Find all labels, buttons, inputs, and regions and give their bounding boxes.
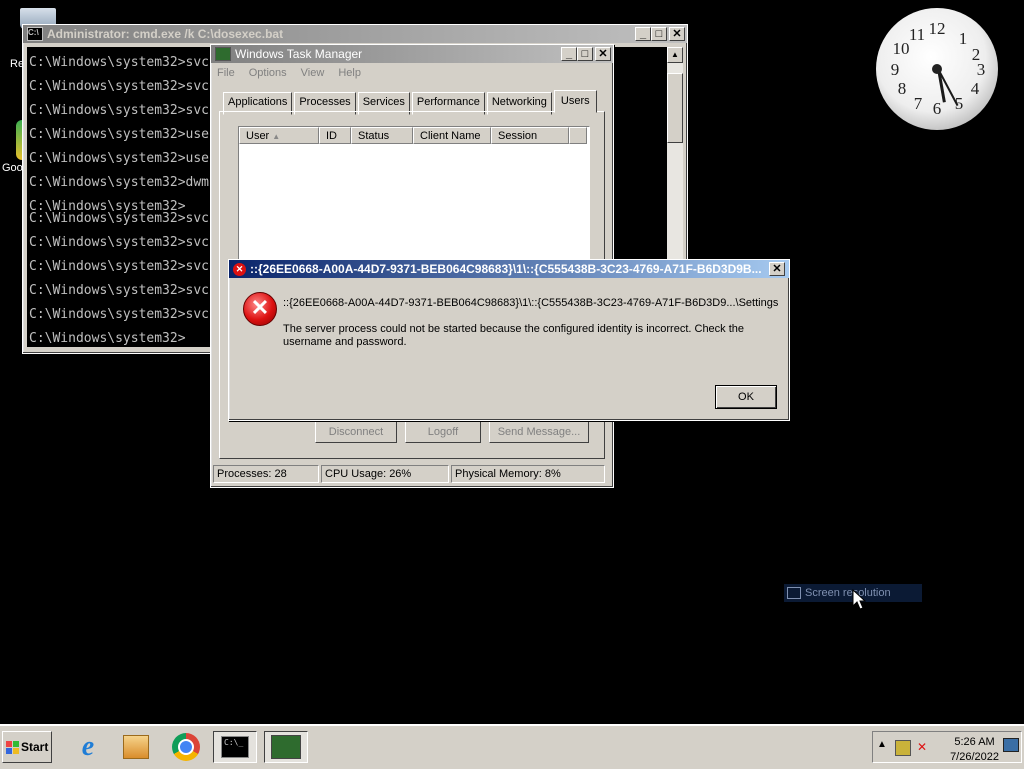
- ok-button[interactable]: OK: [715, 385, 777, 409]
- maximize-button[interactable]: □: [651, 27, 667, 41]
- column-client-name[interactable]: Client Name: [413, 127, 491, 144]
- task-manager-titlebar[interactable]: Windows Task Manager _ □ ✕: [211, 45, 613, 63]
- clock-11: 11: [908, 25, 926, 44]
- scroll-thumb[interactable]: [667, 73, 683, 143]
- action-center-icon[interactable]: [895, 740, 911, 756]
- taskbar-date: 7/26/2022: [950, 751, 999, 763]
- screen-resolution-label: Screen resolution: [805, 587, 891, 599]
- cmd-line: C:\Windows\system32>svc: [29, 103, 210, 118]
- cmd-titlebar[interactable]: C:\ Administrator: cmd.exe /k C:\dosexec…: [23, 25, 687, 43]
- error-dialog[interactable]: ✕ ::{26EE0668-A00A-44D7-9371-BEB064C9868…: [228, 259, 790, 421]
- start-button[interactable]: Start: [2, 731, 52, 763]
- chrome-desktop-label: Goo: [2, 162, 23, 174]
- tab-users[interactable]: Users: [553, 90, 597, 113]
- column-session[interactable]: Session: [491, 127, 569, 144]
- cmd-line: C:\Windows\system32>svc: [29, 283, 210, 298]
- clock-hub: [932, 64, 942, 74]
- clock-9: 9: [890, 60, 900, 79]
- taskbar-time: 5:26 AM: [954, 736, 995, 748]
- cmd-line: C:\Windows\system32>svc: [29, 235, 210, 250]
- column-user[interactable]: User ▲: [239, 127, 319, 144]
- monitor-icon: [787, 587, 801, 599]
- cmd-line: C:\Windows\system32>svc: [29, 259, 210, 274]
- disconnect-button[interactable]: Disconnect: [315, 421, 397, 443]
- task-manager-title: Windows Task Manager: [235, 47, 363, 61]
- status-bar: Processes: 28 CPU Usage: 26% Physical Me…: [213, 465, 609, 483]
- close-button[interactable]: ✕: [769, 262, 785, 276]
- clock-7: 7: [913, 94, 923, 113]
- task-manager-icon: [215, 47, 231, 61]
- minimize-button[interactable]: _: [561, 47, 577, 61]
- logoff-button[interactable]: Logoff: [405, 421, 481, 443]
- volume-muted-icon[interactable]: ✕: [917, 740, 927, 754]
- close-button[interactable]: ✕: [595, 47, 611, 61]
- system-tray: ▲ ✕ 5:26 AM 7/26/2022: [872, 731, 1022, 763]
- cmd-line: C:\Windows\system32>svc: [29, 79, 210, 94]
- menu-help[interactable]: Help: [338, 67, 361, 79]
- cmd-taskbar-icon[interactable]: C:\_: [213, 731, 257, 763]
- cmd-line: C:\Windows\system32>svc: [29, 211, 210, 226]
- send-message-button[interactable]: Send Message...: [489, 421, 589, 443]
- error-icon: ✕: [243, 292, 277, 326]
- maximize-button[interactable]: □: [577, 47, 593, 61]
- status-cpu: CPU Usage: 26%: [321, 465, 449, 483]
- cmd-line: C:\Windows\system32>dwm: [29, 175, 210, 190]
- cmd-title: Administrator: cmd.exe /k C:\dosexec.bat: [47, 27, 284, 41]
- taskbar-clock[interactable]: 5:26 AM 7/26/2022: [950, 735, 999, 765]
- cmd-line: C:\Windows\system32>use: [29, 127, 210, 142]
- error-path: ::{26EE0668-A00A-44D7-9371-BEB064C98683}…: [283, 297, 779, 309]
- clock-12: 12: [928, 19, 946, 38]
- clock-4: 4: [970, 79, 980, 98]
- cmd-line: C:\Windows\system32>use: [29, 151, 210, 166]
- windows-explorer-icon[interactable]: [114, 731, 158, 763]
- close-button[interactable]: ✕: [669, 27, 685, 41]
- users-list[interactable]: User ▲ ID Status Client Name Session: [238, 126, 590, 280]
- users-list-header: User ▲ ID Status Client Name Session: [239, 127, 589, 144]
- clock-6: 6: [932, 99, 942, 118]
- column-status[interactable]: Status: [351, 127, 413, 144]
- error-dialog-title: ::{26EE0668-A00A-44D7-9371-BEB064C98683}…: [250, 262, 762, 276]
- chrome-icon[interactable]: [164, 731, 208, 763]
- clock-3: 3: [976, 60, 986, 79]
- column-filler: [569, 127, 587, 144]
- start-label: Start: [21, 740, 49, 754]
- windows-logo-icon: [6, 740, 19, 754]
- error-small-icon: ✕: [233, 262, 246, 276]
- cmd-line: C:\Windows\system32>svc: [29, 307, 210, 322]
- minimize-button[interactable]: _: [635, 27, 651, 41]
- cmd-line: C:\Windows\system32>svc: [29, 55, 210, 70]
- status-memory: Physical Memory: 8%: [451, 465, 605, 483]
- menu-bar: File Options View Help: [215, 67, 361, 79]
- error-message: The server process could not be started …: [283, 323, 745, 348]
- column-id[interactable]: ID: [319, 127, 351, 144]
- tab-strip: Applications Processes Services Performa…: [223, 90, 599, 115]
- internet-explorer-icon[interactable]: e: [66, 731, 110, 763]
- task-manager-taskbar-icon[interactable]: [264, 731, 308, 763]
- sort-asc-icon: ▲: [272, 132, 281, 141]
- show-desktop-icon[interactable]: [1003, 738, 1019, 752]
- column-user-label: User: [246, 130, 270, 142]
- cmd-line: C:\Windows\system32>: [29, 331, 186, 346]
- cmd-icon: C:\: [27, 27, 43, 41]
- mouse-cursor-icon: [852, 589, 866, 610]
- menu-options[interactable]: Options: [249, 67, 287, 79]
- error-dialog-titlebar[interactable]: ✕ ::{26EE0668-A00A-44D7-9371-BEB064C9868…: [229, 260, 789, 278]
- taskbar: Start e C:\_ ▲ ✕ 5:26 AM 7/26/2022: [0, 724, 1024, 769]
- clock-gadget[interactable]: 12 1 2 3 4 5 6 7 8 9 10 11: [876, 8, 998, 130]
- menu-file[interactable]: File: [217, 67, 235, 79]
- menu-view[interactable]: View: [301, 67, 325, 79]
- status-processes: Processes: 28: [213, 465, 319, 483]
- show-hidden-icons-icon[interactable]: ▲: [877, 739, 887, 750]
- scroll-up-icon[interactable]: ▲: [667, 47, 683, 63]
- clock-8: 8: [897, 79, 907, 98]
